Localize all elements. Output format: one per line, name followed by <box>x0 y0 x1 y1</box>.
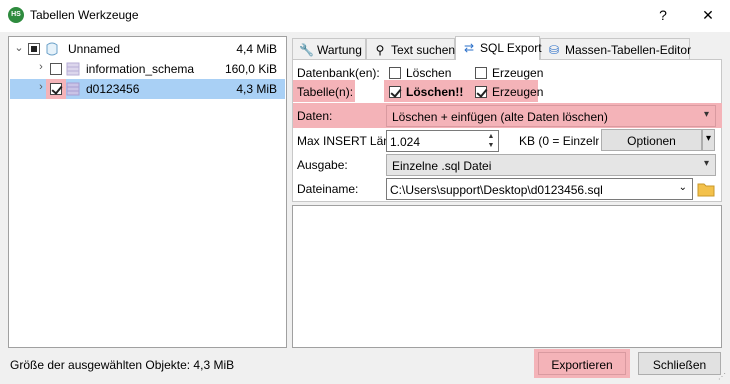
tab-label: Massen-Tabellen-Editor <box>565 43 692 57</box>
transfer-arrows-icon: ⇄ <box>463 41 475 55</box>
datenbank-erzeugen-checkbox[interactable]: Erzeugen <box>475 65 550 81</box>
checkbox-label: Löschen <box>406 66 452 80</box>
tree-item-size: 160,0 KiB <box>224 62 277 76</box>
server-icon <box>46 42 58 56</box>
ausgabe-label: Ausgabe: <box>297 158 348 172</box>
ausgabe-select[interactable]: Einzelne .sql Datei ▾ <box>386 154 716 176</box>
checkbox-box[interactable] <box>389 67 401 79</box>
tab-label: SQL Export <box>480 41 542 55</box>
tab-sql-export[interactable]: ⇄ SQL Export <box>455 36 542 60</box>
tabellen-erzeugen-checkbox[interactable]: Erzeugen <box>475 84 550 100</box>
daten-select[interactable]: Löschen + einfügen (alte Daten löschen) … <box>386 105 716 127</box>
tab-label: Wartung <box>317 43 362 57</box>
tab-text-suchen[interactable]: ⚲ Text suchen <box>366 38 455 60</box>
datenbank-loeschen-checkbox[interactable]: Löschen <box>389 65 459 81</box>
dateiname-field[interactable]: C:\Users\support\Desktop\d0123456.sql ⌄ <box>386 178 693 200</box>
database-icon <box>66 62 80 76</box>
daten-select-value: Löschen + einfügen (alte Daten löschen) <box>392 110 608 124</box>
chevron-right-icon[interactable]: › <box>36 81 46 93</box>
title-bar: HS Tabellen Werkzeuge ? ✕ <box>0 0 730 32</box>
magnifier-icon: ⚲ <box>375 43 385 57</box>
chevron-down-icon: ▾ <box>703 109 709 120</box>
help-button[interactable]: ? <box>650 4 676 26</box>
tree-item-size: 4,4 MiB <box>236 42 277 56</box>
tree-item-label: information_schema <box>86 62 195 76</box>
optionen-button[interactable]: Optionen <box>601 129 702 151</box>
tree-item-size: 4,3 MiB <box>236 82 277 96</box>
dateiname-label: Dateiname: <box>297 182 359 196</box>
tab-label: Text suchen <box>391 43 456 57</box>
tree-item-d0123456[interactable]: › d0123456 4,3 MiB <box>10 79 285 99</box>
window-title: Tabellen Werkzeuge <box>30 8 139 22</box>
close-button[interactable]: Schließen <box>638 352 721 375</box>
chevron-down-icon[interactable]: ⌄ <box>679 182 687 193</box>
checkbox-label: Erzeugen <box>492 66 544 80</box>
folder-icon[interactable] <box>697 181 715 197</box>
status-text: Größe der ausgewählten Objekte: 4,3 MiB <box>10 358 235 372</box>
tab-massen-tabellen-editor[interactable]: ⛁ Massen-Tabellen-Editor <box>540 38 692 60</box>
kb-hint: KB (0 = Einzelne <box>519 134 599 148</box>
spin-arrows-icon[interactable]: ▲ ▼ <box>486 132 496 150</box>
tree-item-label: Unnamed <box>68 42 121 56</box>
export-button[interactable]: Exportieren <box>538 352 626 375</box>
tree-item-label: d0123456 <box>86 82 140 96</box>
tree-checkbox-d0123456[interactable] <box>50 83 62 95</box>
chevron-down-icon[interactable]: ⌄ <box>14 41 24 54</box>
chevron-right-icon[interactable]: › <box>36 61 46 73</box>
daten-label: Daten: <box>297 109 333 123</box>
close-window-button[interactable]: ✕ <box>695 4 721 26</box>
chevron-down-icon: ▾ <box>705 133 712 144</box>
checkbox-label: Erzeugen <box>492 85 544 99</box>
resize-grip-icon[interactable]: ⋰ <box>718 372 726 381</box>
max-insert-value: 1.024 <box>390 135 421 149</box>
tabellen-loeschen-checkbox[interactable]: Löschen!! <box>389 84 464 100</box>
tree-item-information-schema[interactable]: › information_schema 160,0 KiB <box>10 59 285 79</box>
checkbox-box[interactable] <box>475 67 487 79</box>
database-icon <box>66 82 80 96</box>
dateiname-value: C:\Users\support\Desktop\d0123456.sql <box>390 183 603 197</box>
database-icon: ⛁ <box>548 43 560 57</box>
checkbox-box[interactable] <box>475 86 487 98</box>
max-insert-stepper[interactable]: 1.024 ▲ ▼ <box>386 130 499 152</box>
max-insert-label: Max INSERT Länge: <box>297 134 387 148</box>
tree-checkbox-unnamed[interactable] <box>28 43 40 55</box>
chevron-down-icon: ▾ <box>703 158 709 169</box>
sql-export-panel: Datenbank(en): Löschen Erzeugen Tabelle(… <box>292 59 722 202</box>
wrench-icon: 🔧 <box>299 43 314 57</box>
ausgabe-select-value: Einzelne .sql Datei <box>392 159 492 173</box>
optionen-dropdown-button[interactable]: ▾ <box>702 129 715 151</box>
export-log-area[interactable] <box>292 205 722 348</box>
checkbox-label: Löschen!! <box>406 85 464 99</box>
tabellen-label: Tabelle(n): <box>297 85 354 99</box>
app-logo-icon: HS <box>8 7 24 23</box>
tree-checkbox-information-schema[interactable] <box>50 63 62 75</box>
datenbank-label: Datenbank(en): <box>297 66 380 80</box>
object-tree[interactable]: ⌄ Unnamed 4,4 MiB › information_schema 1… <box>8 36 287 348</box>
tab-wartung[interactable]: 🔧 Wartung <box>292 38 366 60</box>
checkbox-box[interactable] <box>389 86 401 98</box>
tree-item-unnamed[interactable]: ⌄ Unnamed 4,4 MiB <box>10 39 285 59</box>
